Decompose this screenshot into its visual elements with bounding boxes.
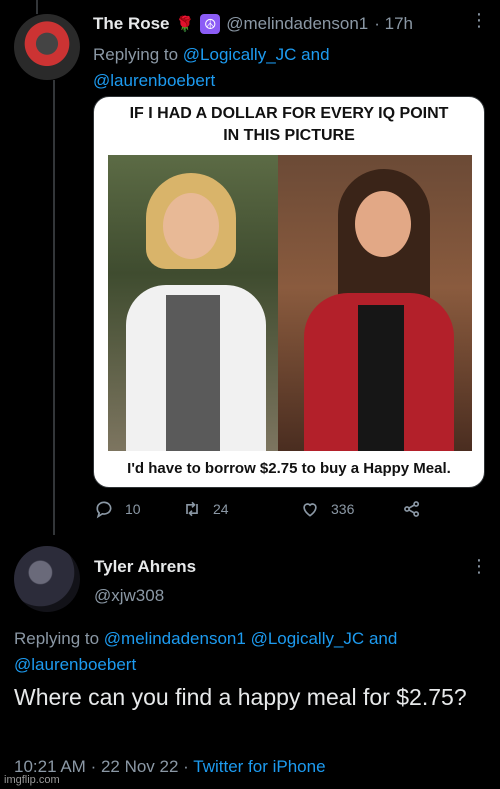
photo-right	[278, 155, 472, 451]
meme-top-text: IF I HAD A DOLLAR FOR EVERY IQ POINT IN …	[94, 103, 484, 147]
peace-emoji-icon: ☮	[200, 14, 221, 34]
mention-link[interactable]: @laurenboebert	[93, 71, 215, 90]
mention-and[interactable]: and	[369, 629, 397, 648]
meme-top-line2: IN THIS PICTURE	[223, 127, 355, 144]
like-count: 336	[331, 501, 355, 517]
handle[interactable]: @xjw308	[94, 586, 164, 606]
timestamp[interactable]: · 17h	[374, 14, 413, 34]
display-name[interactable]: The Rose	[93, 14, 170, 34]
avatar[interactable]	[14, 546, 80, 612]
retweet-count: 24	[213, 501, 229, 517]
rose-emoji-icon: 🌹	[175, 16, 195, 33]
share-icon	[401, 498, 423, 520]
like-button[interactable]: 336	[299, 498, 401, 520]
more-options-icon[interactable]: ⋮	[470, 556, 488, 577]
more-options-icon[interactable]: ⋮	[470, 10, 488, 31]
face	[163, 193, 219, 259]
thread-line-top	[36, 0, 38, 14]
tweet-media-image[interactable]: IF I HAD A DOLLAR FOR EVERY IQ POINT IN …	[93, 96, 485, 488]
display-name[interactable]: Tyler Ahrens	[94, 557, 196, 577]
avatar[interactable]	[14, 14, 80, 80]
mention-and[interactable]: and	[301, 45, 329, 64]
shirt	[358, 305, 404, 451]
face	[355, 191, 411, 257]
tweet-source-link[interactable]: Twitter for iPhone	[193, 757, 325, 776]
photo-left	[108, 155, 278, 451]
retweet-button[interactable]: 24	[181, 498, 299, 520]
tweet-actions: 10 24 336	[93, 498, 443, 520]
replying-to: Replying to @Logically_JC and @laurenboe…	[93, 42, 473, 94]
heart-icon	[299, 498, 321, 520]
replying-prefix: Replying to	[93, 45, 179, 64]
meme-bottom-text: I'd have to borrow $2.75 to buy a Happy …	[127, 460, 451, 477]
replying-to: Replying to @melindadenson1 @Logically_J…	[14, 626, 484, 678]
mention-link[interactable]: @laurenboebert	[14, 655, 136, 674]
reply-count: 10	[125, 501, 141, 517]
mention-link[interactable]: @Logically_JC	[251, 629, 365, 648]
handle[interactable]: @melindadenson1	[226, 14, 368, 34]
tweet-meta: 10:21 AM · 22 Nov 22 · Twitter for iPhon…	[14, 757, 326, 777]
meme-top-line1: IF I HAD A DOLLAR FOR EVERY IQ POINT	[129, 105, 449, 122]
mention-link[interactable]: @Logically_JC	[183, 45, 297, 64]
mention-link[interactable]: @melindadenson1	[104, 629, 246, 648]
tweet-text: Where can you find a happy meal for $2.7…	[14, 684, 467, 710]
retweet-icon	[181, 498, 203, 520]
share-button[interactable]	[401, 498, 423, 520]
replying-prefix: Replying to	[14, 629, 100, 648]
reply-button[interactable]: 10	[93, 498, 181, 520]
thread-line	[53, 80, 55, 535]
tweet-date: · 22 Nov 22 ·	[90, 757, 189, 776]
reply-icon	[93, 498, 115, 520]
tweet-header: The Rose 🌹 ☮ @melindadenson1 · 17h	[93, 14, 413, 34]
imgflip-watermark: imgflip.com	[4, 774, 60, 786]
shirt	[166, 295, 220, 451]
